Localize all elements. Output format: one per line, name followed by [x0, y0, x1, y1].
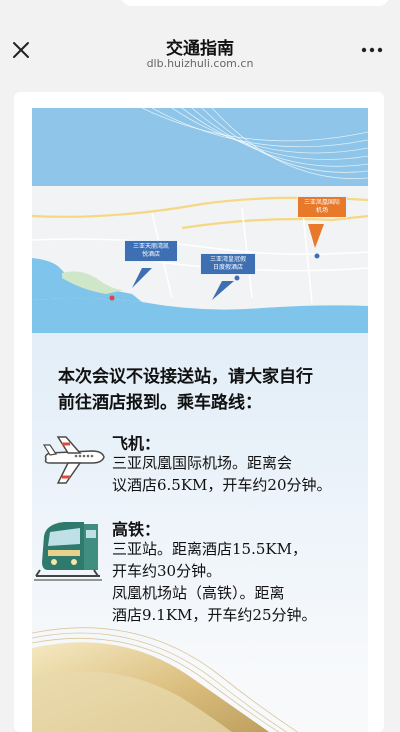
- train-line-1: 三亚站。距离酒店15.5KM，: [112, 540, 307, 558]
- plane-title: 飞机：: [112, 434, 161, 453]
- plane-line-2: 议酒店6.5KM，开车约20分钟。: [112, 476, 332, 494]
- train-line-2: 开车约30分钟。: [112, 562, 222, 580]
- status-sliver: [120, 0, 390, 6]
- intro-line-2: 前往酒店报到。乘车路线：: [58, 393, 262, 413]
- intro-line-1: 本次会议不设接送站，请大家自行: [58, 367, 313, 387]
- airplane-icon: [40, 433, 106, 491]
- location-map[interactable]: 三亚天丽湾凯 悦酒店 三亚湾皇冠假 日度假酒店 三亚凤凰国际 机场: [32, 108, 368, 333]
- map-callout-hotel-1: 三亚天丽湾凯 悦酒店: [124, 240, 178, 262]
- traffic-guide-poster: 三亚天丽湾凯 悦酒店 三亚湾皇冠假 日度假酒店 三亚凤凰国际 机场 本次会议不设…: [32, 108, 368, 732]
- more-dots-icon: [361, 47, 383, 53]
- map-callout-airport: 三亚凤凰国际 机场: [297, 196, 347, 218]
- page-domain: dlb.huizhuli.com.cn: [146, 57, 254, 70]
- plane-line-1: 三亚凤凰国际机场。距离会: [112, 454, 293, 472]
- train-title: 高铁：: [112, 520, 161, 539]
- intro-text: 本次会议不设接送站，请大家自行 前往酒店报到。乘车路线：: [58, 364, 358, 416]
- plane-text: 三亚凤凰国际机场。距离会 议酒店6.5KM，开车约20分钟。: [112, 452, 368, 496]
- content-card: 三亚天丽湾凯 悦酒店 三亚湾皇冠假 日度假酒店 三亚凤凰国际 机场 本次会议不设…: [14, 92, 384, 732]
- map-graphic: [32, 108, 368, 333]
- top-navigation-bar: 交通指南 dlb.huizhuli.com.cn: [0, 0, 400, 78]
- more-button[interactable]: [360, 42, 384, 58]
- gold-wave-decoration: [32, 627, 299, 732]
- train-icon: [34, 518, 102, 586]
- page-title: 交通指南: [166, 39, 234, 59]
- map-callout-hotel-2: 三亚湾皇冠假 日度假酒店: [200, 253, 256, 275]
